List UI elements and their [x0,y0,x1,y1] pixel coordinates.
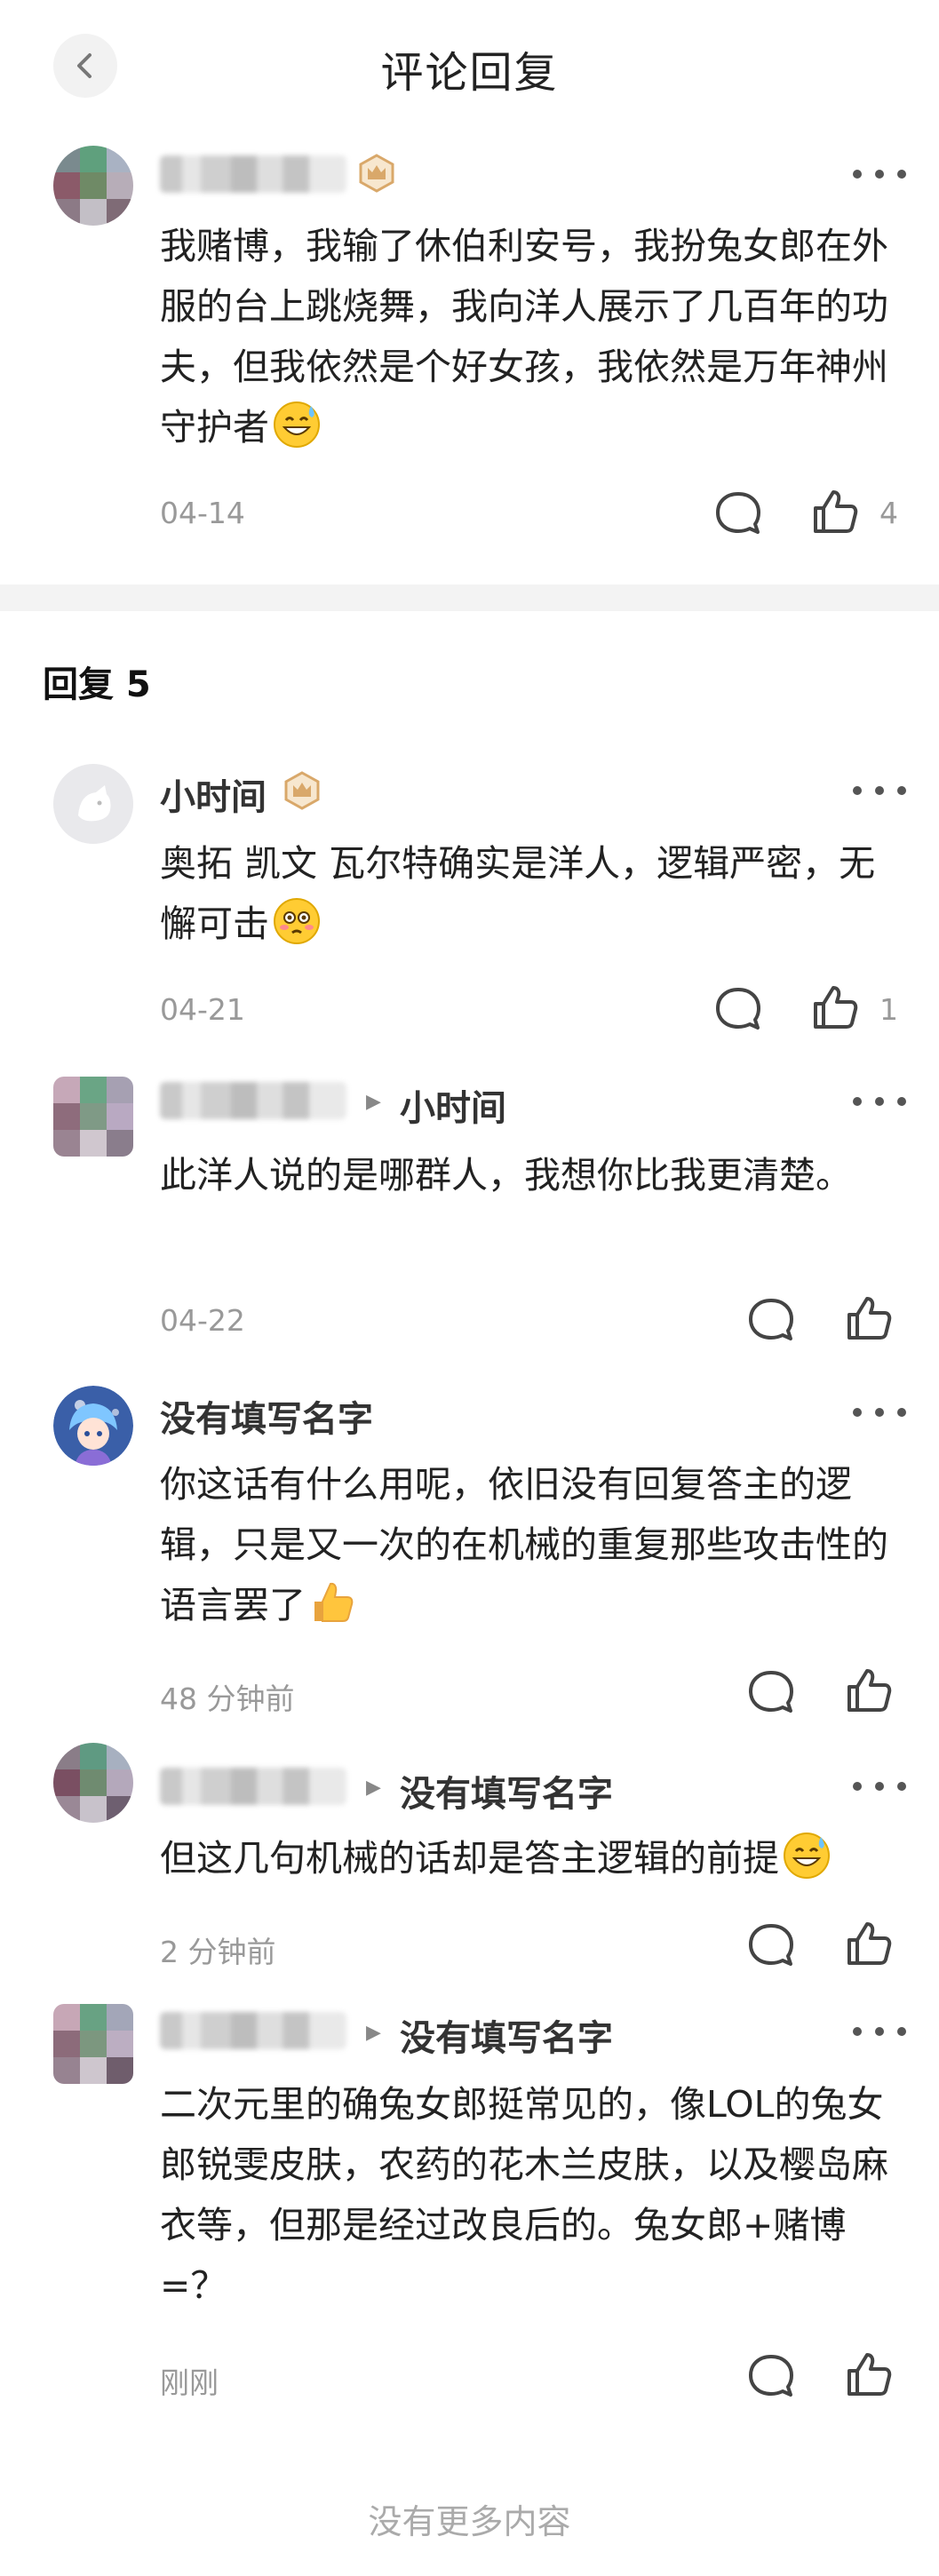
like-icon[interactable] [844,1293,894,1343]
reply-to-username[interactable]: 小时间 [400,1079,506,1131]
avatar[interactable] [53,146,133,226]
reply-text: 二次元里的确兔女郎挺常见的，像LOL的兔女郎锐雯皮肤，农药的花木兰皮肤，以及樱岛… [160,2074,897,2316]
reply-to-username[interactable]: 没有填写名字 [400,1765,613,1817]
more-options-button[interactable] [853,165,906,183]
reply-text: 奥拓 凯文 瓦尔特确实是洋人，逻辑严密，无懈可击 [160,833,897,954]
avatar[interactable] [53,764,133,844]
comment-time: 04-14 [160,496,245,530]
more-options-button[interactable] [853,1403,906,1421]
reply-icon[interactable] [746,1295,796,1345]
reply-text: 你这话有什么用呢，依旧没有回复答主的逻辑，只是又一次的在机械的重复那些攻击性的语… [160,1454,897,1635]
reply-icon[interactable] [746,1920,796,1970]
section-divider [0,584,939,611]
more-options-button[interactable] [853,2023,906,2040]
reply-arrow-icon: ▶ [366,2022,381,2044]
grinning-sweat-emoji-icon [273,401,321,449]
reply-time: 2 分钟前 [160,1935,276,1969]
default-avatar-icon [53,764,133,844]
reply-time: 04-22 [160,1303,245,1338]
crown-badge-icon [282,771,322,810]
like-icon[interactable] [810,982,860,1032]
reply-icon[interactable] [746,2351,796,2401]
reply-text-content: 你这话有什么用呢，依旧没有回复答主的逻辑，只是又一次的在机械的重复那些攻击性的语… [160,1463,888,1626]
replies-section-title: 回复 5 [43,664,151,705]
crown-badge-icon [357,154,396,193]
reply-time: 刚刚 [160,2365,219,2400]
like-count: 1 [879,992,898,1027]
avatar[interactable] [53,1743,133,1823]
more-options-button[interactable] [853,1777,906,1795]
like-count: 4 [879,496,898,530]
reply-text-content: 奥拓 凯文 瓦尔特确实是洋人，逻辑严密，无懈可击 [160,842,876,945]
reply-to-username[interactable]: 没有填写名字 [400,2009,613,2061]
reply-time: 48 分钟前 [160,1682,295,1716]
more-options-button[interactable] [853,782,906,799]
blurred-username[interactable] [160,1768,346,1805]
more-options-button[interactable] [853,1093,906,1110]
grinning-sweat-emoji-icon [783,1832,831,1880]
reply-text: 此洋人说的是哪群人，我想你比我更清楚。 [160,1145,897,1205]
no-more-content-label: 没有更多内容 [368,2502,571,2541]
blurred-username[interactable] [160,1082,346,1119]
blurred-username[interactable] [160,2012,346,2049]
reply-arrow-icon: ▶ [366,1777,381,1799]
reply-icon[interactable] [746,1667,796,1717]
root-comment: 我赌博，我输了休伯利安号，我扮兔女郎在外服的台上跳烧舞，我向洋人展示了几百年的功… [0,0,939,584]
reply-icon[interactable] [713,489,763,538]
anime-avatar-icon [53,1386,133,1466]
username[interactable]: 小时间 [160,768,267,820]
username[interactable]: 没有填写名字 [160,1390,373,1442]
like-icon[interactable] [844,1666,894,1715]
avatar[interactable] [53,1386,133,1466]
reply-time: 04-21 [160,992,245,1027]
comment-text: 我赌博，我输了休伯利安号，我扮兔女郎在外服的台上跳烧舞，我向洋人展示了几百年的功… [160,216,897,457]
flushed-emoji-icon [273,897,321,945]
reply-text: 但这几句机械的话却是答主逻辑的前提 [160,1828,897,1888]
like-icon[interactable] [844,1919,894,1968]
avatar[interactable] [53,2004,133,2084]
blurred-username[interactable] [160,155,346,193]
like-icon[interactable] [810,487,860,537]
comment-text-content: 我赌博，我输了休伯利安号，我扮兔女郎在外服的台上跳烧舞，我向洋人展示了几百年的功… [160,225,888,449]
thumbs-up-emoji-icon [309,1578,357,1626]
reply-text-content: 二次元里的确兔女郎挺常见的，像LOL的兔女郎锐雯皮肤，农药的花木兰皮肤，以及樱岛… [160,2083,888,2307]
like-icon[interactable] [844,2349,894,2399]
reply-text-content: 此洋人说的是哪群人，我想你比我更清楚。 [160,1154,852,1197]
avatar[interactable] [53,1077,133,1157]
reply-icon[interactable] [713,984,763,1034]
reply-arrow-icon: ▶ [366,1091,381,1113]
reply-text-content: 但这几句机械的话却是答主逻辑的前提 [160,1837,779,1880]
